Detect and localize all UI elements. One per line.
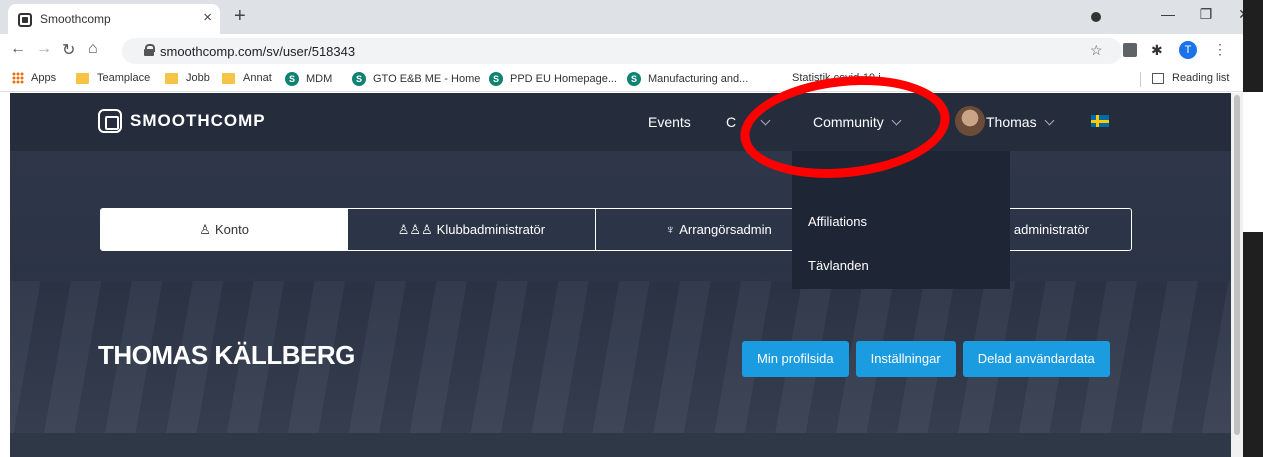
sharepoint-icon: S [489,72,503,86]
chevron-down-icon [891,115,902,126]
bookmark-statistik[interactable]: Statistik covid-19 i... [792,72,890,84]
profile-actions: Min profilsida Inställningar Delad använ… [742,341,1110,377]
bookmark-label: Jobb [186,72,210,84]
browser-tab[interactable]: Smoothcomp × [8,4,220,34]
forward-icon[interactable]: → [36,40,52,58]
bookmarks-divider [1140,72,1141,87]
tab-konto[interactable]: ♙ Konto [101,209,349,250]
new-tab-icon[interactable]: + [234,5,246,28]
home-icon[interactable]: ⌂ [88,40,98,58]
profile-avatar[interactable]: T [1179,41,1197,59]
user-avatar[interactable] [955,106,985,136]
bookmarks-bar: Apps Teamplace Jobb Annat S MDM S GTO E&B … [0,67,1243,92]
bookmark-teamplace[interactable]: Teamplace [76,72,150,84]
tab-title: Smoothcomp [40,12,111,26]
sharepoint-icon: S [627,72,641,86]
tab-klubbadministrator[interactable]: ♙♙♙ Klubbadministratör [348,209,596,250]
bookmark-apps[interactable]: Apps [12,72,56,84]
bookmark-label: Statistik covid-19 i... [792,72,890,84]
scrollbar-thumb[interactable] [1234,95,1240,435]
bookmark-label: MDM [306,73,333,85]
tab-arrangorsadmin-label: Arrangörsadmin [679,222,772,237]
community-dropdown: Affiliations Tävlanden [792,151,1010,289]
lock-icon[interactable] [144,44,155,56]
bookmark-annat[interactable]: Annat [222,72,272,84]
smoothcomp-logo-icon [98,109,122,133]
extensions-puzzle-icon[interactable]: ✱ [1151,43,1165,57]
profile-hero: ♙ Konto ♙♙♙ Klubbadministratör ♆ Arrangörsa… [10,151,1238,457]
folder-icon [222,72,235,84]
page-scrollbar[interactable] [1231,93,1243,457]
tab-konto-label: Konto [214,222,249,237]
chevron-down-icon [1044,115,1055,126]
trophy-icon: ♆ [665,222,676,237]
chevron-down-icon [760,115,771,126]
nav-user[interactable]: Thomas [986,114,1055,130]
address-bar: ← → ↻ ⌂ smoothcomp.com/sv/user/518343 ☆ … [0,34,1243,67]
my-profile-button[interactable]: Min profilsida [742,341,849,377]
bookmark-label: Apps [31,72,57,84]
dropdown-tavlanden[interactable]: Tävlanden [808,258,869,273]
tab-administrator-label: administratör [1013,222,1089,237]
bookmark-label: Annat [243,72,272,84]
url-field[interactable]: smoothcomp.com/sv/user/518343 [122,38,1122,64]
minimize-icon[interactable]: — [1149,0,1187,34]
restore-icon[interactable]: ❐ [1187,0,1225,34]
side-window-panel [1243,92,1263,232]
shared-user-data-button[interactable]: Delad användardata [962,341,1110,377]
site-logo[interactable]: SMOOTHCOMP [98,109,266,133]
nav-clubs-label: C [726,114,737,130]
nav-user-label: Thomas [986,114,1037,130]
nav-community[interactable]: Community [813,114,902,130]
sharepoint-icon: S [352,72,366,86]
bookmark-label: PPD EU Homepage... [510,73,617,85]
smoothcomp-favicon-icon [18,13,32,27]
nav-community-label: Community [813,114,884,130]
folder-icon [76,72,89,84]
dropdown-affiliations[interactable]: Affiliations [808,214,867,229]
user-icon: ♙ [199,221,211,237]
bookmark-label: GTO E&B ME - Home [373,73,481,85]
bookmark-ppd[interactable]: S PPD EU Homepage... [489,72,617,86]
users-icon: ♙♙♙ [397,221,433,237]
logo-text: SMOOTHCOMP [130,111,266,130]
tab-klubbadministrator-label: Klubbadministratör [436,222,546,237]
bookmark-jobb[interactable]: Jobb [165,72,210,84]
swedish-flag-icon[interactable] [1091,115,1109,127]
url-text: smoothcomp.com/sv/user/518343 [160,44,356,59]
hero-bottom-strip [10,433,1238,457]
reading-list[interactable]: Reading list [1152,72,1229,84]
nav-clubs[interactable]: C [726,114,771,130]
side-window-edge [1243,0,1263,457]
bookmark-label: Manufacturing and... [648,73,749,85]
browser-tabstrip: Smoothcomp × + — ❐ ✕ [0,0,1263,34]
reading-list-label: Reading list [1172,72,1230,84]
bookmark-label: Teamplace [97,72,151,84]
bookmark-star-icon[interactable]: ☆ [1090,42,1103,59]
site-header: SMOOTHCOMP Events C Community Thomas [10,93,1238,151]
profile-name: THOMAS KÄLLBERG [98,340,355,370]
reading-list-icon [1152,72,1164,84]
close-tab-icon[interactable]: × [203,9,212,26]
reload-icon[interactable]: ↻ [62,40,75,60]
apps-grid-icon [12,72,24,84]
sharepoint-icon: S [285,72,299,86]
extension-icon[interactable] [1123,43,1137,57]
folder-icon [165,72,178,84]
bookmark-gto[interactable]: S GTO E&B ME - Home [352,72,480,86]
bookmark-mdm[interactable]: S MDM [285,72,332,86]
bookmark-manufacturing[interactable]: S Manufacturing and... [627,72,748,86]
menu-kebab-icon[interactable]: ⋮ [1213,41,1227,58]
settings-button[interactable]: Inställningar [855,341,956,377]
smoothcomp-page: SMOOTHCOMP Events C Community Thomas ♙ Ko… [10,93,1238,457]
nav-events[interactable]: Events [648,114,691,130]
media-icon[interactable] [1091,12,1101,22]
back-icon[interactable]: ← [10,40,26,58]
